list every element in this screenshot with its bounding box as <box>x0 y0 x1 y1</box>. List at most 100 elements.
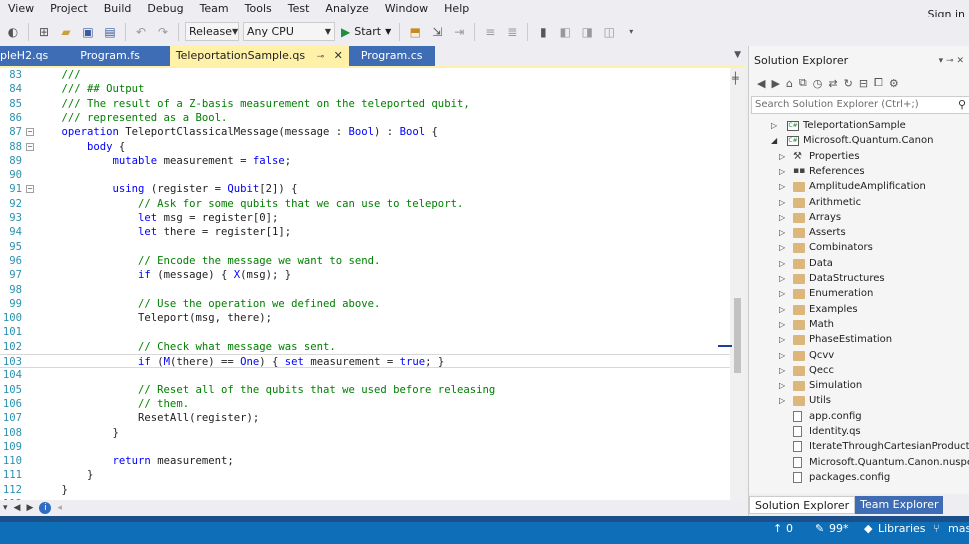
expand-node-icon[interactable]: ▷ <box>779 378 785 393</box>
expand-node-icon[interactable]: ▷ <box>779 393 785 408</box>
open-folder-icon[interactable]: ▰ <box>57 23 75 41</box>
toolbar-overflow-icon[interactable]: ▾ <box>622 23 640 41</box>
search-icon[interactable]: ⚲ <box>958 97 966 113</box>
solution-search-input[interactable]: Search Solution Explorer (Ctrl+;) ⚲ <box>751 96 969 114</box>
navigation-dropdown-icon[interactable]: ▾ <box>3 503 8 513</box>
expand-node-icon[interactable]: ▷ <box>779 286 785 301</box>
pending-changes-icon[interactable]: ◷ <box>813 77 823 90</box>
show-all-files-icon[interactable]: ⧠ <box>874 76 883 90</box>
properties-icon[interactable]: ⚙ <box>889 77 899 90</box>
tree-node[interactable]: ▷ Combinators <box>749 240 969 255</box>
bookmark-icon[interactable]: ▮ <box>534 23 552 41</box>
code-editor[interactable]: ╪ 83 ///84 /// ## Output 85 /// The resul… <box>0 66 745 500</box>
code-line[interactable]: 110 return measurement; <box>0 454 730 468</box>
branch-name[interactable]: mas <box>948 522 969 536</box>
code-line[interactable]: 112 } <box>0 483 730 497</box>
code-line[interactable]: 95 <box>0 240 730 254</box>
tree-node[interactable]: Microsoft.Quantum.Canon.nuspec <box>749 455 969 470</box>
home-icon[interactable]: ⌂ <box>786 77 793 90</box>
clear-bookmarks-icon[interactable]: ◫ <box>600 23 618 41</box>
prev-bookmark-icon[interactable]: ◧ <box>556 23 574 41</box>
menu-view[interactable]: View <box>0 0 42 17</box>
tree-node[interactable]: ▷ Qcvv <box>749 348 969 363</box>
code-line[interactable]: 99 // Use the operation we defined above… <box>0 297 730 311</box>
code-line[interactable]: 85 /// The result of a Z-basis measureme… <box>0 97 730 111</box>
forward-icon[interactable]: ▶ <box>771 77 779 90</box>
hscroll-left-icon[interactable]: ◂ <box>57 503 62 513</box>
tab-team-explorer[interactable]: Team Explorer <box>855 496 944 514</box>
tree-node[interactable]: ▷ Examples <box>749 302 969 317</box>
menu-team[interactable]: Team <box>192 0 237 17</box>
tree-node[interactable]: ▷ DataStructures <box>749 271 969 286</box>
code-line[interactable]: 93 let msg = register[0]; <box>0 211 730 225</box>
expand-node-icon[interactable]: ▷ <box>779 225 785 240</box>
menu-project[interactable]: Project <box>42 0 96 17</box>
menu-debug[interactable]: Debug <box>139 0 191 17</box>
expand-node-icon[interactable]: ▷ <box>779 240 785 255</box>
tree-node[interactable]: ▷ ⚒ Properties <box>749 149 969 164</box>
save-all-icon[interactable]: ▤ <box>101 23 119 41</box>
repository-name[interactable]: Libraries <box>878 522 926 536</box>
tree-node[interactable]: packages.config <box>749 470 969 485</box>
tab-teleportationsample-qs[interactable]: TeleportationSample.qs ⊸ ✕ <box>169 46 349 66</box>
code-line[interactable]: 91− using (register = Qubit[2]) { <box>0 182 730 196</box>
collapse-region-icon[interactable]: − <box>26 128 34 137</box>
solution-configuration-dropdown[interactable]: Release ▼ <box>185 22 239 41</box>
code-line[interactable]: 86 /// represented as a Bool. <box>0 111 730 125</box>
close-icon[interactable]: ✕ <box>334 49 343 62</box>
code-line[interactable]: 94 let there = register[1]; <box>0 225 730 239</box>
tree-node[interactable]: ◢ C# Microsoft.Quantum.Canon <box>749 133 969 148</box>
split-icon[interactable]: ╪ <box>732 72 739 85</box>
back-icon[interactable]: ◀ <box>757 77 765 90</box>
code-line[interactable]: 96 // Encode the message we want to send… <box>0 254 730 268</box>
tree-node[interactable]: ▷ Simulation <box>749 378 969 393</box>
tree-node[interactable]: ▷ AmplitudeAmplification <box>749 179 969 194</box>
tree-node[interactable]: ▷ Data <box>749 256 969 271</box>
tab-solution-explorer[interactable]: Solution Explorer <box>749 496 856 514</box>
code-line[interactable]: 107 ResetAll(register); <box>0 411 730 425</box>
tab-list-dropdown-icon[interactable]: ▼ <box>734 50 741 60</box>
tab-program-fs[interactable]: Program.fs <box>54 46 170 66</box>
code-line[interactable]: 104 <box>0 368 730 382</box>
menu-help[interactable]: Help <box>436 0 477 17</box>
expand-node-icon[interactable]: ▷ <box>779 302 785 317</box>
code-line[interactable]: 83 /// <box>0 68 730 82</box>
expand-node-icon[interactable]: ▷ <box>779 179 785 194</box>
scroll-left-icon[interactable]: ◀ <box>14 503 21 513</box>
code-line[interactable]: 100 Teleport(msg, there); <box>0 311 730 325</box>
menu-tools[interactable]: Tools <box>237 0 280 17</box>
tree-node[interactable]: ▷ Arrays <box>749 210 969 225</box>
menu-test[interactable]: Test <box>280 0 318 17</box>
pin-icon[interactable]: ⊸ <box>317 52 325 62</box>
expand-node-icon[interactable]: ▷ <box>779 195 785 210</box>
code-line[interactable]: 90 <box>0 168 730 182</box>
code-line[interactable]: 111 } <box>0 468 730 482</box>
expand-node-icon[interactable]: ▷ <box>779 332 785 347</box>
collapse-node-icon[interactable]: ◢ <box>771 133 777 148</box>
tree-node[interactable]: Identity.qs <box>749 424 969 439</box>
info-icon[interactable]: i <box>39 502 52 514</box>
scroll-right-icon[interactable]: ▶ <box>26 503 33 513</box>
menu-analyze[interactable]: Analyze <box>317 0 376 17</box>
code-line[interactable]: 102 // Check what message was sent. <box>0 340 730 354</box>
expand-node-icon[interactable]: ▷ <box>779 256 785 271</box>
debug-target-icon[interactable]: ⬒ <box>406 23 424 41</box>
step-into-icon[interactable]: ⇲ <box>428 23 446 41</box>
redo-icon[interactable]: ↷ <box>154 23 172 41</box>
expand-node-icon[interactable]: ▷ <box>779 164 785 179</box>
expand-node-icon[interactable]: ▷ <box>779 348 785 363</box>
collapse-region-icon[interactable]: − <box>26 185 34 194</box>
expand-node-icon[interactable]: ▷ <box>779 317 785 332</box>
code-line[interactable]: 106 // them. <box>0 397 730 411</box>
comment-out-icon[interactable]: ≡ <box>481 23 499 41</box>
tab-program-cs[interactable]: Program.cs <box>348 46 435 66</box>
tree-node[interactable]: ▷ Math <box>749 317 969 332</box>
tree-node[interactable]: ▷ ▪▪ References <box>749 164 969 179</box>
collapse-region-icon[interactable]: − <box>26 142 34 151</box>
expand-node-icon[interactable]: ▷ <box>779 363 785 378</box>
uncomment-icon[interactable]: ≣ <box>503 23 521 41</box>
tree-node[interactable]: ▷ Arithmetic <box>749 195 969 210</box>
scrollbar-thumb[interactable] <box>734 298 741 373</box>
code-line[interactable]: 109 <box>0 440 730 454</box>
tree-node[interactable]: ▷ PhaseEstimation <box>749 332 969 347</box>
